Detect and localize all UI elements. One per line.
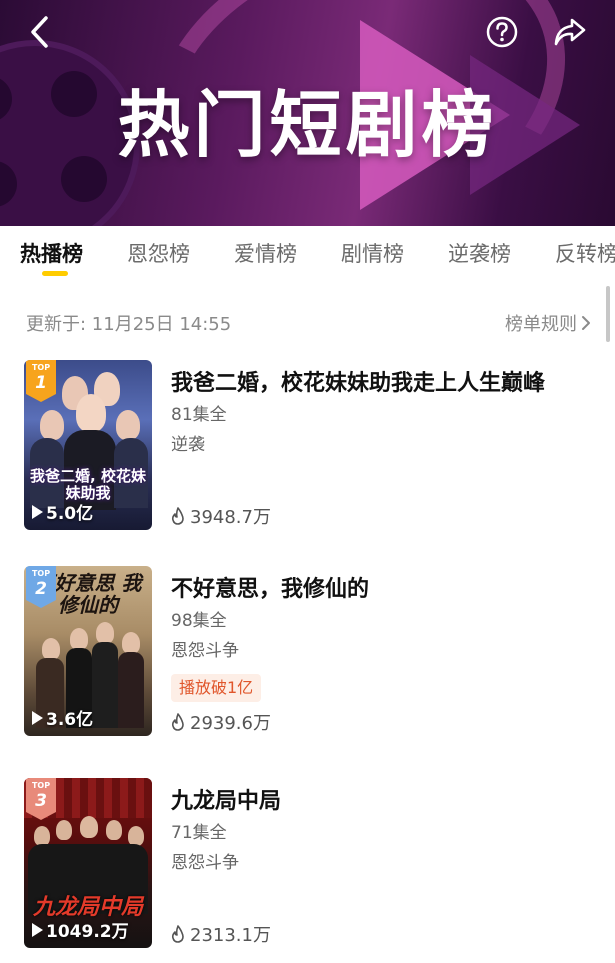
item-info: 我爸二婚，校花妹妹助我走上人生巅峰 81集全 逆袭 3948.7万 — [171, 360, 591, 530]
list-item[interactable]: 九龙局中局 TOP 3 1049.2万 九龙局中局 71集全 恩怨斗争 2313… — [24, 778, 594, 948]
tab-comeback[interactable]: 逆袭榜 — [448, 238, 511, 268]
back-button[interactable] — [22, 14, 58, 50]
rank-badge: TOP 3 — [26, 778, 56, 820]
play-triangle-icon — [32, 504, 43, 519]
tab-romance[interactable]: 爱情榜 — [234, 238, 297, 268]
tab-drama[interactable]: 剧情榜 — [341, 238, 404, 268]
genre-label: 恩怨斗争 — [171, 853, 239, 873]
heat-count: 3948.7万 — [171, 503, 271, 529]
share-button[interactable] — [552, 14, 588, 50]
help-button[interactable] — [484, 14, 520, 50]
scrollbar[interactable] — [606, 286, 610, 342]
rank-number: 1 — [35, 373, 47, 393]
play-triangle-icon — [32, 710, 43, 725]
heat-value: 2939.6万 — [190, 713, 271, 734]
item-info: 九龙局中局 71集全 恩怨斗争 2313.1万 — [171, 778, 591, 948]
flame-icon — [171, 925, 184, 943]
list-item[interactable]: 我爸二婚, 校花妹妹助我 TOP 1 5.0亿 我爸二婚，校花妹妹助我走上人生巅… — [24, 360, 594, 530]
poster-image[interactable]: 九龙局中局 TOP 3 1049.2万 — [24, 778, 152, 948]
flame-icon — [171, 713, 184, 731]
play-count-value: 5.0亿 — [46, 504, 94, 524]
heat-value: 3948.7万 — [190, 507, 271, 528]
play-count: 1049.2万 — [32, 917, 129, 942]
page-title: 热门短剧榜 — [117, 83, 498, 167]
drama-title[interactable]: 我爸二婚，校花妹妹助我走上人生巅峰 — [171, 365, 586, 397]
active-tab-indicator — [42, 271, 68, 276]
item-info: 不好意思，我修仙的 98集全 恩怨斗争 播放破1亿 2939.6万 — [171, 566, 591, 736]
poster-image[interactable]: 不好意思 我修仙的 TOP 2 3.6亿 — [24, 566, 152, 736]
drama-title[interactable]: 九龙局中局 — [171, 783, 586, 815]
share-arrow-icon — [554, 18, 586, 46]
chevron-right-icon — [582, 316, 590, 330]
rank-badge: TOP 1 — [26, 360, 56, 402]
rank-top-label: TOP — [31, 569, 51, 578]
question-circle-icon — [486, 16, 518, 48]
play-count: 3.6亿 — [32, 705, 93, 730]
rank-top-label: TOP — [31, 363, 51, 372]
genre-label: 逆袭 — [171, 435, 205, 455]
play-milestone-badge: 播放破1亿 — [171, 674, 262, 702]
genre-label: 恩怨斗争 — [171, 641, 239, 661]
flame-icon — [171, 507, 184, 525]
rank-number: 2 — [35, 579, 47, 599]
rules-label: 榜单规则 — [505, 314, 577, 335]
poster-image[interactable]: 我爸二婚, 校花妹妹助我 TOP 1 5.0亿 — [24, 360, 152, 530]
rank-top-label: TOP — [31, 781, 51, 790]
tab-hot[interactable]: 热播榜 — [20, 238, 83, 268]
update-time: 更新于: 11月25日 14:55 — [26, 314, 232, 335]
heat-count: 2313.1万 — [171, 921, 271, 947]
drama-title[interactable]: 不好意思，我修仙的 — [171, 571, 586, 603]
play-count-value: 3.6亿 — [46, 710, 94, 730]
category-tabs: 热播榜 恩怨榜 爱情榜 剧情榜 逆袭榜 反转榜 — [0, 226, 615, 278]
heat-count: 2939.6万 — [171, 709, 271, 735]
poster-caption: 我爸二婚, 校花妹妹助我 — [30, 467, 146, 502]
play-triangle-icon — [32, 922, 43, 937]
rules-link[interactable]: 榜单规则 — [505, 310, 591, 336]
rank-badge: TOP 2 — [26, 566, 56, 608]
chevron-left-icon — [31, 16, 48, 48]
play-count-value: 1049.2万 — [46, 922, 129, 942]
tab-twist[interactable]: 反转榜 — [555, 238, 615, 268]
episode-count: 98集全 — [171, 611, 227, 631]
episode-count: 71集全 — [171, 823, 227, 843]
list-item[interactable]: 不好意思 我修仙的 TOP 2 3.6亿 不好意思，我修仙的 98集全 恩怨斗争… — [24, 566, 594, 736]
episode-count: 81集全 — [171, 405, 227, 425]
rank-number: 3 — [35, 791, 47, 811]
tab-grudge[interactable]: 恩怨榜 — [127, 238, 190, 268]
heat-value: 2313.1万 — [190, 925, 271, 946]
play-count: 5.0亿 — [32, 499, 93, 524]
header-banner: 热门短剧榜 — [0, 0, 615, 226]
update-row: 更新于: 11月25日 14:55 榜单规则 — [26, 310, 591, 336]
